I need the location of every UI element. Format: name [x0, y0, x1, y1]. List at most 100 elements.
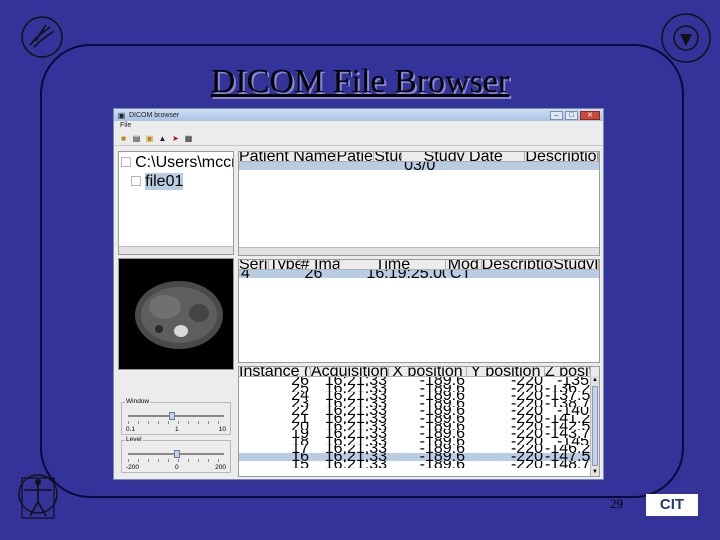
level-slider-ticks — [128, 459, 224, 462]
cell: -142.5 — [545, 423, 591, 431]
cell: 4 — [239, 270, 269, 278]
col-patient-name[interactable]: Patient Name — [239, 152, 337, 161]
cell: 25 — [239, 385, 311, 393]
col-study-date[interactable]: Study Date — [402, 152, 526, 161]
col-z-position[interactable]: Z position — [545, 367, 591, 376]
cell: -189.6 — [389, 445, 467, 453]
horizontal-scrollbar[interactable] — [239, 247, 599, 255]
toolbar: ■ ▤ ▣ ▲ ➤ ▦ — [114, 131, 603, 146]
tree-view-icon[interactable]: ▤ — [132, 134, 141, 143]
nih-seal-logo — [661, 13, 711, 63]
grid-icon[interactable]: ▦ — [184, 134, 193, 143]
open-folder-icon[interactable]: ■ — [119, 134, 128, 143]
app-icon: ▣ — [117, 110, 126, 120]
level-slider-group: Level -200 0 200 — [121, 436, 231, 473]
cell: 19 — [239, 430, 311, 438]
series-table[interactable]: Series Type # Images Time Mod Descriptio… — [238, 259, 600, 363]
cell: -147.5 — [545, 453, 591, 461]
cell: 23 — [239, 400, 311, 408]
minimize-button[interactable]: – — [550, 110, 563, 120]
col-mod[interactable]: Mod — [446, 260, 482, 269]
window-title: DICOM browser — [129, 111, 180, 119]
col-description[interactable]: Description — [525, 152, 599, 161]
cell: -189.6 — [389, 461, 467, 469]
cell: 16:21:33 — [311, 430, 389, 438]
window-slider-thumb[interactable] — [169, 412, 176, 420]
cell: 16:21:33 — [311, 385, 389, 393]
col-x-position[interactable]: X position — [389, 367, 467, 376]
horizontal-scrollbar[interactable] — [119, 246, 233, 254]
table-row[interactable]: 2216:21:33-189.6-220-140 — [239, 407, 599, 415]
level-max: 200 — [215, 464, 226, 471]
table-row[interactable]: 2016:21:33-189.6-220-142.5 — [239, 423, 599, 431]
table-row[interactable]: 4 26 16:19:25.000000 CT — [239, 270, 599, 278]
col-instance[interactable]: Instance (formerly I...) — [239, 367, 311, 376]
col-series[interactable]: Series — [239, 260, 269, 269]
cell: -136.25 — [545, 385, 591, 393]
table-row[interactable]: 2416:21:33-189.6-220-137.5 — [239, 392, 599, 400]
cell: 16:21:33 — [311, 453, 389, 461]
patient-table-header: Patient Name Patient ID Study ID Study D… — [239, 152, 599, 162]
cell: -146.25 — [545, 445, 591, 453]
close-button[interactable]: ✕ — [580, 110, 600, 120]
table-row[interactable]: 1616:21:33-189.6-220-147.5 — [239, 452, 599, 461]
window-max: 10 — [218, 426, 226, 433]
table-row[interactable]: 2616:21:33-189.6-220-135 — [239, 377, 599, 385]
cell: -148.75 — [545, 461, 591, 469]
folder-tree[interactable]: □ C:\Users\mccreedy\Desktop\images □ fil… — [118, 151, 234, 255]
cursor-icon[interactable]: ➤ — [171, 134, 180, 143]
vertical-scrollbar[interactable]: ▲ ▼ — [590, 376, 599, 476]
cell: 16:21:33 — [311, 377, 389, 385]
col-patient-id[interactable]: Patient ID — [336, 152, 375, 161]
tree-root-item[interactable]: □ C:\Users\mccreedy\Desktop\images — [119, 152, 233, 172]
col-series-description[interactable]: Description — [482, 260, 554, 269]
patient-table[interactable]: Patient Name Patient ID Study ID Study D… — [238, 151, 600, 256]
folder-icon[interactable]: ▣ — [145, 134, 154, 143]
table-row[interactable]: 2116:21:33-189.6-220-141.25 — [239, 415, 599, 423]
images-table-header: Instance (formerly I...) Acquisition Tim… — [239, 367, 599, 377]
cell: -220 — [467, 392, 545, 400]
col-time[interactable]: Time — [340, 260, 446, 269]
level-value: 0 — [175, 464, 179, 471]
table-row[interactable]: 1916:21:33-189.6-220-143.75 — [239, 430, 599, 438]
col-y-position[interactable]: Y position — [467, 367, 545, 376]
cell: -220 — [467, 461, 545, 469]
cell: -189.6 — [389, 407, 467, 415]
scroll-down-icon[interactable]: ▼ — [591, 468, 599, 476]
col-type[interactable]: Type — [269, 260, 301, 269]
col-acquisition-time[interactable]: Acquisition Time — [311, 367, 389, 376]
table-row[interactable]: 1516:21:33-189.6-220-148.75 — [239, 461, 599, 469]
col-study-id[interactable]: Study ID — [374, 152, 403, 161]
maximize-button[interactable]: □ — [565, 110, 578, 120]
table-row[interactable]: 2516:21:33-189.6-220-136.25 — [239, 385, 599, 393]
table-row[interactable]: 1816:21:33-189.6-220-145 — [239, 438, 599, 446]
table-row[interactable]: 03/06/2003 — [239, 162, 599, 170]
tree-child-item[interactable]: □ file01 — [119, 172, 233, 191]
scroll-up-icon[interactable]: ▲ — [591, 376, 599, 384]
cell: -138.75 — [545, 400, 591, 408]
cell: 17 — [239, 445, 311, 453]
cell: 16:21:33 — [311, 445, 389, 453]
menu-file[interactable]: File — [120, 122, 131, 129]
cit-logo-text: CIT — [659, 496, 685, 513]
images-table[interactable]: Instance (formerly I...) Acquisition Tim… — [238, 366, 600, 477]
window-slider-ticks — [128, 421, 224, 424]
scrollbar-thumb[interactable] — [592, 386, 598, 466]
col-studyid[interactable]: StudyID — [553, 260, 599, 269]
anonymize-icon[interactable]: ▲ — [158, 134, 167, 143]
cell — [269, 270, 301, 278]
tree-root-label: C:\Users\mccreedy\Desktop\images — [135, 154, 233, 171]
window-min: 0.1 — [126, 426, 136, 433]
cell: -189.6 — [389, 377, 467, 385]
cell: -220 — [467, 453, 545, 461]
window-slider[interactable] — [128, 415, 224, 417]
cell: -189.6 — [389, 385, 467, 393]
cell — [482, 270, 554, 278]
table-row[interactable]: 2316:21:33-189.6-220-138.75 — [239, 400, 599, 408]
table-row[interactable]: 1716:21:33-189.6-220-146.25 — [239, 445, 599, 453]
cell: -135 — [545, 377, 591, 385]
vitruvian-man-logo — [16, 468, 60, 528]
level-slider-thumb[interactable] — [174, 450, 180, 458]
col-images[interactable]: # Images — [301, 260, 341, 269]
cell: 24 — [239, 392, 311, 400]
